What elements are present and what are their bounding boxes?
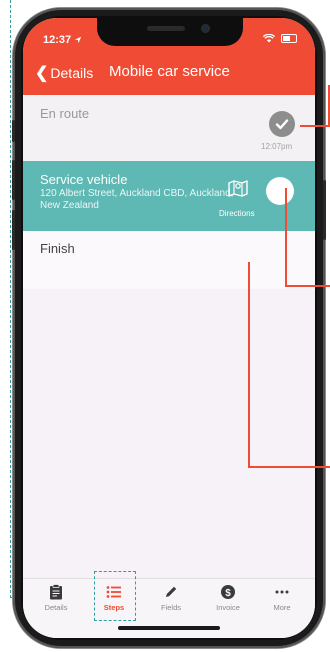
status-time-text: 12:37 [43, 34, 72, 46]
chevron-left-icon: ❮ [35, 65, 49, 82]
power-button [323, 180, 326, 240]
step-service-vehicle[interactable]: Service vehicle 120 Albert Street, Auckl… [23, 161, 315, 231]
callout-line-toggle [285, 285, 330, 287]
svg-text:$: $ [225, 588, 231, 599]
speaker-grille [147, 26, 185, 31]
front-camera [201, 24, 210, 33]
status-bar-time: 12:37 [43, 34, 82, 46]
guide-line-vertical [10, 0, 11, 598]
wifi-icon [262, 33, 276, 43]
tab-invoice[interactable]: $ Invoice [199, 583, 257, 612]
pencil-icon [166, 586, 177, 597]
ellipsis-icon [275, 590, 289, 594]
tab-more[interactable]: More [253, 583, 311, 612]
callout-line-check [300, 125, 330, 127]
step-finish[interactable]: Finish [23, 231, 315, 289]
volume-up-button [12, 160, 15, 200]
checkmark-icon[interactable] [269, 111, 295, 137]
tab-fields[interactable]: Fields [142, 583, 200, 612]
step-title: En route [40, 106, 90, 121]
home-indicator[interactable] [118, 626, 220, 630]
volume-down-button [12, 210, 15, 250]
step-title: Service vehicle [40, 172, 128, 187]
phone-screen: 12:37 ❮ Details Mobile car service En rou… [23, 18, 315, 638]
tab-label: Invoice [216, 603, 240, 612]
location-arrow-icon [75, 36, 82, 44]
callout-line-check-vertical [328, 85, 330, 126]
tab-label: More [273, 603, 291, 612]
notch [97, 18, 243, 46]
callout-line-finish-vertical [248, 262, 250, 467]
back-button-label: Details [50, 65, 94, 81]
tab-label: Fields [160, 603, 181, 612]
step-completed-time: 12:07pm [261, 142, 293, 151]
clipboard-icon [50, 584, 62, 600]
back-button[interactable]: ❮ Details [35, 63, 93, 83]
page-title: Mobile car service [109, 63, 230, 80]
directions-label[interactable]: Directions [219, 209, 255, 218]
tab-label: Details [44, 603, 68, 612]
steps-tab-highlight [94, 571, 136, 621]
callout-line-finish [248, 466, 330, 468]
step-en-route[interactable]: En route 12:07pm [23, 95, 315, 162]
mute-switch [12, 120, 15, 142]
tab-details[interactable]: Details [27, 583, 85, 612]
dollar-circle-icon: $ [221, 585, 235, 599]
battery-icon [281, 33, 297, 43]
callout-line-toggle-vertical [285, 188, 287, 286]
step-address: 120 Albert Street, Auckland CBD, Aucklan… [40, 188, 234, 211]
complete-step-button[interactable] [266, 177, 294, 205]
status-bar-icons [262, 32, 297, 44]
map-icon[interactable] [227, 179, 249, 197]
step-title: Finish [40, 241, 75, 256]
